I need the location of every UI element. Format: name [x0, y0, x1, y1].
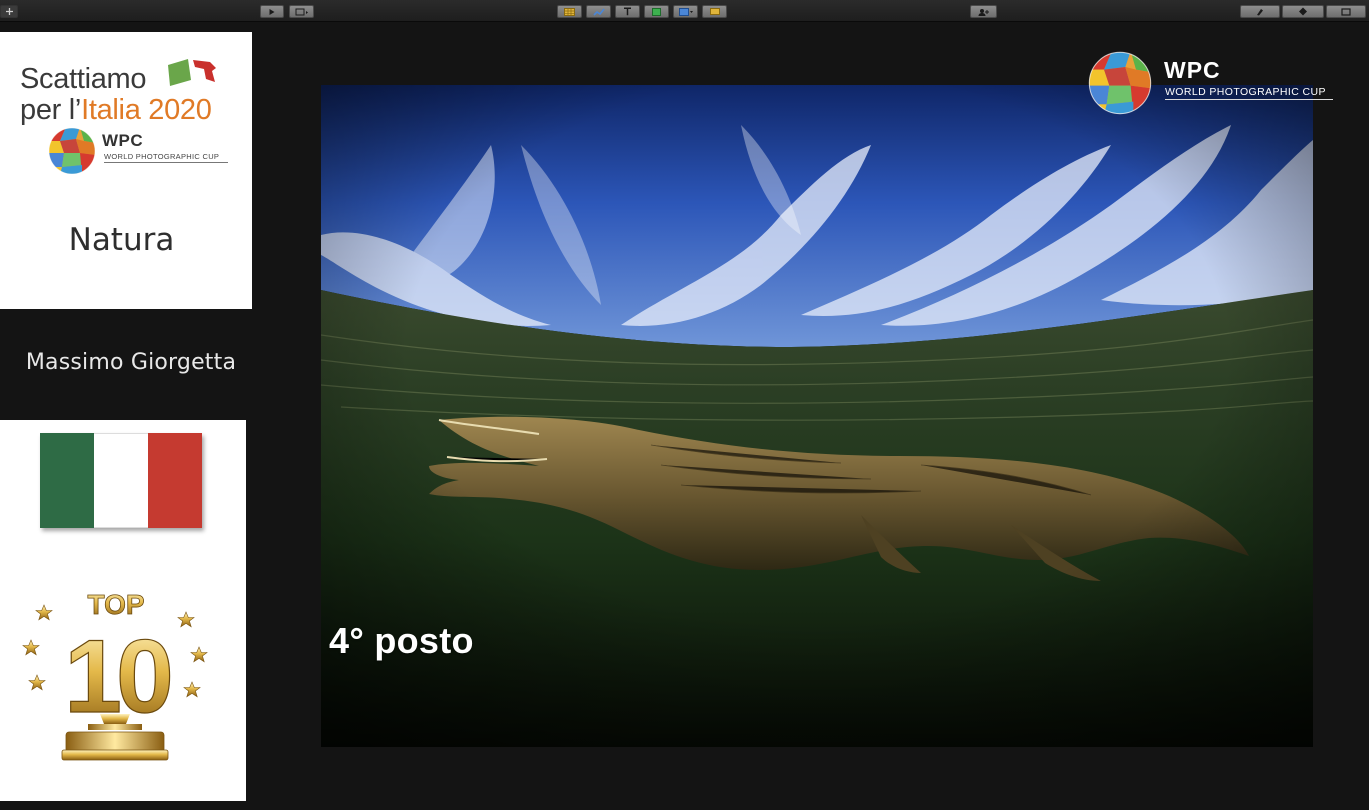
flag-stripe-green — [40, 433, 94, 528]
chart-icon — [592, 8, 605, 16]
table-button[interactable] — [557, 5, 582, 18]
shape-icon — [652, 7, 661, 16]
shape-button[interactable] — [644, 5, 669, 18]
add-slide-button[interactable] — [0, 5, 18, 18]
category-label: Natura — [68, 222, 175, 258]
document-button[interactable] — [1326, 5, 1366, 18]
format-button[interactable] — [1240, 5, 1280, 18]
rank-label: 4° posto — [329, 620, 474, 661]
contest-title-line1: Scattiamo — [20, 63, 147, 95]
animate-icon — [1299, 7, 1307, 16]
play-icon — [269, 8, 275, 15]
comment-icon — [709, 7, 720, 15]
chart-button[interactable] — [586, 5, 611, 18]
contest-title-accent: Italia 2020 — [81, 94, 212, 126]
flag-stripe-red — [148, 433, 202, 528]
wpc-globe-logo-small — [48, 127, 96, 175]
badge-number: 10 — [64, 619, 170, 735]
collaborate-icon — [978, 8, 989, 16]
toolbar — [0, 0, 1369, 22]
wpc-globe-logo — [1088, 51, 1152, 115]
plus-icon — [5, 8, 13, 15]
text-icon — [624, 7, 631, 16]
italy-map-logo-icon — [168, 59, 216, 86]
presentation-window: Scattiamo per l’Italia 2020 WPC WORLD PH… — [0, 0, 1369, 810]
contest-title-prefix: per l’ — [20, 94, 82, 126]
media-button[interactable] — [673, 5, 698, 18]
table-icon — [564, 7, 575, 16]
flag-stripe-white — [94, 433, 148, 528]
italy-flag — [40, 433, 202, 528]
wpc-logo-title: WPC — [102, 131, 144, 150]
slide-view-icon — [295, 8, 308, 15]
wpc-logo-title-large: WPC — [1164, 57, 1221, 83]
media-icon — [678, 7, 693, 16]
top-10-trophy-icon: TOP 10 — [22, 589, 208, 761]
play-button[interactable] — [260, 5, 284, 18]
document-icon — [1341, 7, 1351, 16]
author-name: Massimo Giorgetta — [25, 350, 237, 375]
format-brush-icon — [1257, 9, 1263, 16]
wpc-logo-subtitle: WORLD PHOTOGRAPHIC CUP — [104, 152, 228, 163]
contest-title-line2: per l’Italia 2020 — [20, 95, 212, 125]
comment-button[interactable] — [702, 5, 727, 18]
wpc-logo-subtitle-large: WORLD PHOTOGRAPHIC CUP — [1165, 86, 1333, 100]
animate-button[interactable] — [1282, 5, 1324, 18]
collaborate-button[interactable] — [970, 5, 997, 18]
text-button[interactable] — [615, 5, 640, 18]
slide-view-button[interactable] — [289, 5, 314, 18]
badge-top-text: TOP — [87, 589, 144, 620]
